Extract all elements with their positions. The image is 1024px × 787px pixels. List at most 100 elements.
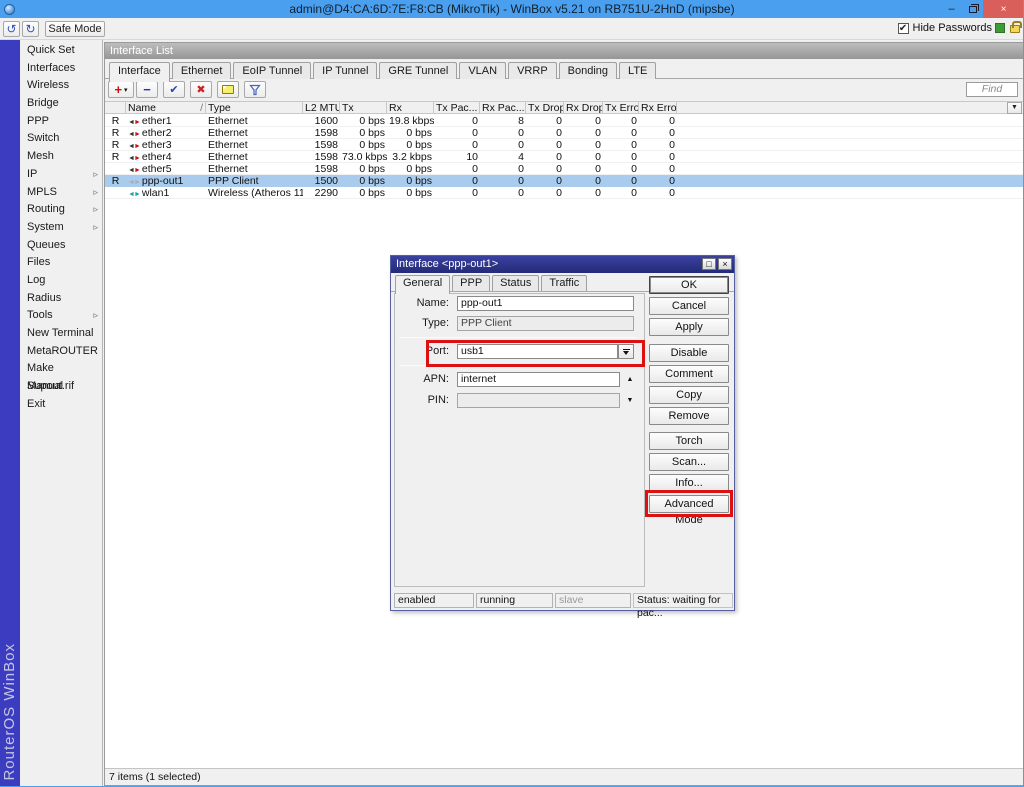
column-header-tx[interactable]: Tx — [340, 102, 387, 113]
enable-interface-button[interactable]: ✔ — [163, 81, 185, 98]
tab-ip-tunnel[interactable]: IP Tunnel — [313, 62, 377, 79]
sidebar-item-ip[interactable]: IP▹ — [20, 166, 102, 184]
sidebar-item-routing[interactable]: Routing▹ — [20, 201, 102, 219]
row-type: PPP Client — [206, 175, 303, 186]
tab-vrrp[interactable]: VRRP — [508, 62, 557, 79]
apply-button[interactable]: Apply — [649, 318, 729, 336]
find-button[interactable]: Find — [966, 82, 1018, 97]
hide-passwords-checkbox[interactable]: ✔ — [898, 23, 909, 34]
interface-row-ether5[interactable]: ◄►ether5Ethernet15980 bps0 bps000000 — [105, 163, 1023, 175]
interface-row-ether3[interactable]: R◄►ether3Ethernet15980 bps0 bps000000 — [105, 139, 1023, 151]
column-header-type[interactable]: Type — [206, 102, 303, 113]
torch-button[interactable]: Torch — [649, 432, 729, 450]
close-button[interactable]: × — [983, 0, 1024, 18]
minimize-button[interactable]: – — [941, 0, 962, 18]
dialog-tab-general[interactable]: General — [395, 275, 450, 294]
ok-button[interactable]: OK — [649, 276, 729, 294]
row-rx: 0 bps — [387, 187, 434, 198]
column-header-tx-drops[interactable]: Tx Drops — [526, 102, 564, 113]
comment-button[interactable]: Comment — [649, 365, 729, 383]
row-rx_pac: 0 — [480, 127, 526, 138]
interface-row-ether4[interactable]: R◄►ether4Ethernet159873.0 kbps3.2 kbps10… — [105, 151, 1023, 163]
sidebar-item-quick-set[interactable]: Quick Set — [20, 42, 102, 60]
remove-button[interactable]: Remove — [649, 407, 729, 425]
sidebar-item-radius[interactable]: Radius — [20, 290, 102, 308]
dialog-tab-status[interactable]: Status — [492, 275, 539, 291]
tab-bonding[interactable]: Bonding — [559, 62, 617, 79]
sidebar-item-log[interactable]: Log — [20, 272, 102, 290]
interface-list-titlebar[interactable]: Interface List — [105, 43, 1023, 59]
interface-row-wlan1[interactable]: ◄►wlan1Wireless (Atheros 11N)22900 bps0 … — [105, 187, 1023, 199]
apn-collapse-arrow-icon[interactable]: ▲ — [624, 372, 636, 387]
column-header-l2-mtu[interactable]: L2 MTU — [303, 102, 340, 113]
column-header-tx-errors[interactable]: Tx Errors — [603, 102, 639, 113]
apn-field[interactable]: internet — [457, 372, 620, 387]
dialog-tab-ppp[interactable]: PPP — [452, 275, 490, 291]
row-tx_errors: 0 — [603, 115, 639, 126]
dialog-close-button[interactable]: × — [718, 258, 732, 270]
column-header-tx-pac[interactable]: Tx Pac... — [434, 102, 480, 113]
tab-eoip-tunnel[interactable]: EoIP Tunnel — [233, 62, 311, 79]
sidebar-item-metarouter[interactable]: MetaROUTER — [20, 343, 102, 361]
restore-button[interactable] — [962, 0, 983, 18]
row-type: Ethernet — [206, 127, 303, 138]
redo-button[interactable]: ↻ — [22, 21, 39, 37]
column-header-rx[interactable]: Rx — [387, 102, 434, 113]
column-header-rx-pac[interactable]: Rx Pac... — [480, 102, 526, 113]
sidebar-item-label: Files — [27, 256, 50, 268]
dialog-restore-button[interactable]: □ — [702, 258, 716, 270]
sidebar-item-make-supout-rif[interactable]: Make Supout.rif — [20, 360, 102, 378]
disable-interface-button[interactable]: ✖ — [190, 81, 212, 98]
sidebar-item-interfaces[interactable]: Interfaces — [20, 60, 102, 78]
sidebar-item-bridge[interactable]: Bridge — [20, 95, 102, 113]
row-tx_drops: 0 — [526, 139, 564, 150]
column-header-name[interactable]: Name/ — [126, 102, 206, 113]
filter-button[interactable] — [244, 81, 266, 98]
interface-row-ether1[interactable]: R◄►ether1Ethernet16000 bps19.8 kbps08000… — [105, 115, 1023, 127]
column-header-flag[interactable] — [105, 102, 126, 113]
copy-button[interactable]: Copy — [649, 386, 729, 404]
safe-mode-button[interactable]: Safe Mode — [45, 21, 105, 37]
interface-row-ppp-out1[interactable]: R◄►ppp-out1PPP Client15000 bps0 bps00000… — [105, 175, 1023, 187]
sidebar-item-new-terminal[interactable]: New Terminal — [20, 325, 102, 343]
cancel-button[interactable]: Cancel — [649, 297, 729, 315]
sidebar-item-ppp[interactable]: PPP — [20, 113, 102, 131]
sidebar-item-exit[interactable]: Exit — [20, 396, 102, 414]
name-field[interactable]: ppp-out1 — [457, 296, 634, 311]
pin-field[interactable] — [457, 393, 620, 408]
add-interface-button[interactable]: + ▾ — [108, 81, 134, 98]
column-header-rx-drops[interactable]: Rx Drops — [564, 102, 603, 113]
column-header-rx-errors[interactable]: Rx Errors — [639, 102, 677, 113]
tab-lte[interactable]: LTE — [619, 62, 656, 79]
sidebar-item-wireless[interactable]: Wireless — [20, 77, 102, 95]
dialog-tab-traffic[interactable]: Traffic — [541, 275, 587, 291]
dialog-titlebar[interactable]: Interface <ppp-out1> — [391, 256, 734, 273]
interface-table-body: R◄►ether1Ethernet16000 bps19.8 kbps08000… — [105, 115, 1023, 199]
tab-interface[interactable]: Interface — [109, 62, 170, 82]
arrow-right-glyph: ► — [134, 191, 140, 198]
sidebar-item-files[interactable]: Files — [20, 254, 102, 272]
sidebar-item-mesh[interactable]: Mesh — [20, 148, 102, 166]
remove-interface-button[interactable]: − — [136, 81, 158, 98]
sidebar-item-label: Switch — [27, 132, 59, 144]
sidebar-item-switch[interactable]: Switch — [20, 130, 102, 148]
row-l2mtu: 1598 — [303, 139, 340, 150]
sidebar-item-tools[interactable]: Tools▹ — [20, 307, 102, 325]
row-type: Ethernet — [206, 139, 303, 150]
running-status-cell: running — [476, 593, 553, 608]
tab-vlan[interactable]: VLAN — [459, 62, 506, 79]
undo-button[interactable]: ↺ — [3, 21, 20, 37]
disable-button[interactable]: Disable — [649, 344, 729, 362]
separator — [399, 337, 637, 338]
sidebar-item-manual[interactable]: Manual — [20, 378, 102, 396]
sidebar-item-system[interactable]: System▹ — [20, 219, 102, 237]
tab-ethernet[interactable]: Ethernet — [172, 62, 232, 79]
pin-expand-arrow-icon[interactable]: ▼ — [624, 393, 636, 408]
sidebar-item-mpls[interactable]: MPLS▹ — [20, 184, 102, 202]
column-select-button[interactable]: ▼ — [1007, 102, 1022, 114]
scan-button[interactable]: Scan... — [649, 453, 729, 471]
comment-button[interactable] — [217, 81, 239, 98]
tab-gre-tunnel[interactable]: GRE Tunnel — [379, 62, 457, 79]
sidebar-item-queues[interactable]: Queues — [20, 237, 102, 255]
interface-row-ether2[interactable]: R◄►ether2Ethernet15980 bps0 bps000000 — [105, 127, 1023, 139]
